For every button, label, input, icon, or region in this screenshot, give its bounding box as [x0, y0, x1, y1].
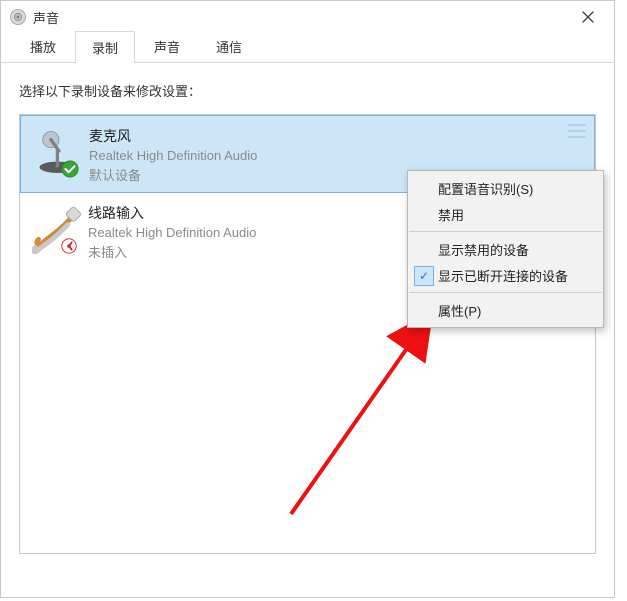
device-provider: Realtek High Definition Audio — [89, 148, 257, 163]
tab-playback[interactable]: 播放 — [13, 30, 73, 62]
device-status: 未插入 — [88, 242, 256, 261]
tab-recording[interactable]: 录制 — [75, 31, 135, 63]
device-name: 线路输入 — [88, 203, 256, 223]
device-text: 线路输入 Realtek High Definition Audio 未插入 — [88, 201, 256, 261]
window-title: 声音 — [33, 8, 568, 27]
menu-separator — [409, 231, 602, 232]
tab-row: 播放 录制 声音 通信 — [1, 33, 614, 63]
unplugged-icon — [60, 237, 78, 255]
tab-communications[interactable]: 通信 — [199, 30, 259, 62]
speaker-icon — [9, 8, 27, 26]
device-status: 默认设备 — [89, 165, 257, 184]
menu-properties[interactable]: 属性(P) — [408, 297, 603, 323]
check-icon: ✓ — [414, 266, 434, 286]
menu-show-disconnected-label: 显示已断开连接的设备 — [438, 266, 568, 285]
context-menu: 配置语音识别(S) 禁用 显示禁用的设备 ✓ 显示已断开连接的设备 属性(P) — [407, 170, 604, 328]
menu-show-disabled[interactable]: 显示禁用的设备 — [408, 236, 603, 262]
menu-configure-speech[interactable]: 配置语音识别(S) — [408, 175, 603, 201]
menu-disable[interactable]: 禁用 — [408, 201, 603, 227]
device-icon — [29, 124, 89, 178]
device-text: 麦克风 Realtek High Definition Audio 默认设备 — [89, 124, 257, 184]
menu-show-disconnected[interactable]: ✓ 显示已断开连接的设备 — [408, 262, 603, 288]
instructions-label: 选择以下录制设备来修改设置： — [19, 81, 596, 100]
device-name: 麦克风 — [89, 126, 257, 146]
hamburger-icon — [568, 124, 586, 138]
check-circle-icon — [61, 160, 79, 178]
titlebar: 声音 — [1, 1, 614, 33]
device-provider: Realtek High Definition Audio — [88, 225, 256, 240]
device-icon — [28, 201, 88, 255]
tab-sounds[interactable]: 声音 — [137, 30, 197, 62]
menu-separator — [409, 292, 602, 293]
close-button[interactable] — [568, 3, 608, 31]
